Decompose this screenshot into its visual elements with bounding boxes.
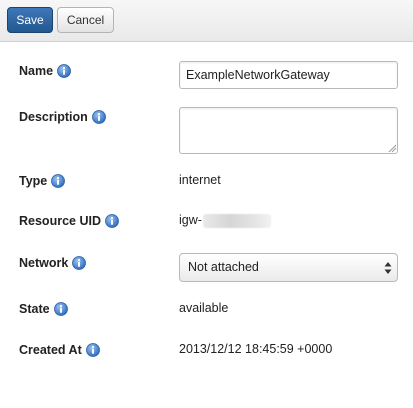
- network-label-row: Network: [19, 256, 86, 270]
- resource-uid-label-row: Resource UID: [19, 214, 119, 228]
- state-label: State: [19, 302, 50, 316]
- created-at-label: Created At: [19, 343, 82, 357]
- name-input[interactable]: [179, 61, 398, 89]
- description-textarea[interactable]: [179, 107, 398, 154]
- network-info-icon[interactable]: [72, 256, 86, 270]
- toolbar: Save Cancel: [0, 0, 413, 42]
- network-label: Network: [19, 256, 69, 270]
- resource-uid-label: Resource UID: [19, 214, 101, 228]
- resource-uid-value: igw-: [179, 213, 271, 228]
- type-info-icon[interactable]: [51, 174, 65, 188]
- description-label-row: Description: [19, 110, 106, 124]
- network-selected-value: Not attached: [188, 260, 259, 274]
- network-select[interactable]: Not attached: [179, 253, 398, 282]
- up-down-arrows-icon: [384, 262, 392, 274]
- type-label-row: Type: [19, 174, 65, 188]
- type-value: internet: [179, 173, 221, 187]
- description-info-icon[interactable]: [92, 110, 106, 124]
- name-info-icon[interactable]: [57, 64, 71, 78]
- cancel-button[interactable]: Cancel: [57, 7, 114, 33]
- state-value: available: [179, 301, 229, 315]
- description-field-wrap: [179, 107, 398, 154]
- redacted-uid: [202, 213, 271, 228]
- resource-uid-prefix: igw-: [179, 213, 202, 227]
- created-at-value: 2013/12/12 18:45:59 +0000: [179, 342, 333, 356]
- name-label-row: Name: [19, 64, 71, 78]
- resource-uid-info-icon[interactable]: [105, 214, 119, 228]
- type-label: Type: [19, 174, 48, 188]
- created-at-info-icon[interactable]: [86, 343, 100, 357]
- state-label-row: State: [19, 302, 68, 316]
- created-at-label-row: Created At: [19, 343, 100, 357]
- save-button[interactable]: Save: [7, 7, 53, 33]
- description-label: Description: [19, 110, 88, 124]
- resize-grip-icon[interactable]: [388, 144, 396, 152]
- state-info-icon[interactable]: [54, 302, 68, 316]
- name-label: Name: [19, 64, 54, 78]
